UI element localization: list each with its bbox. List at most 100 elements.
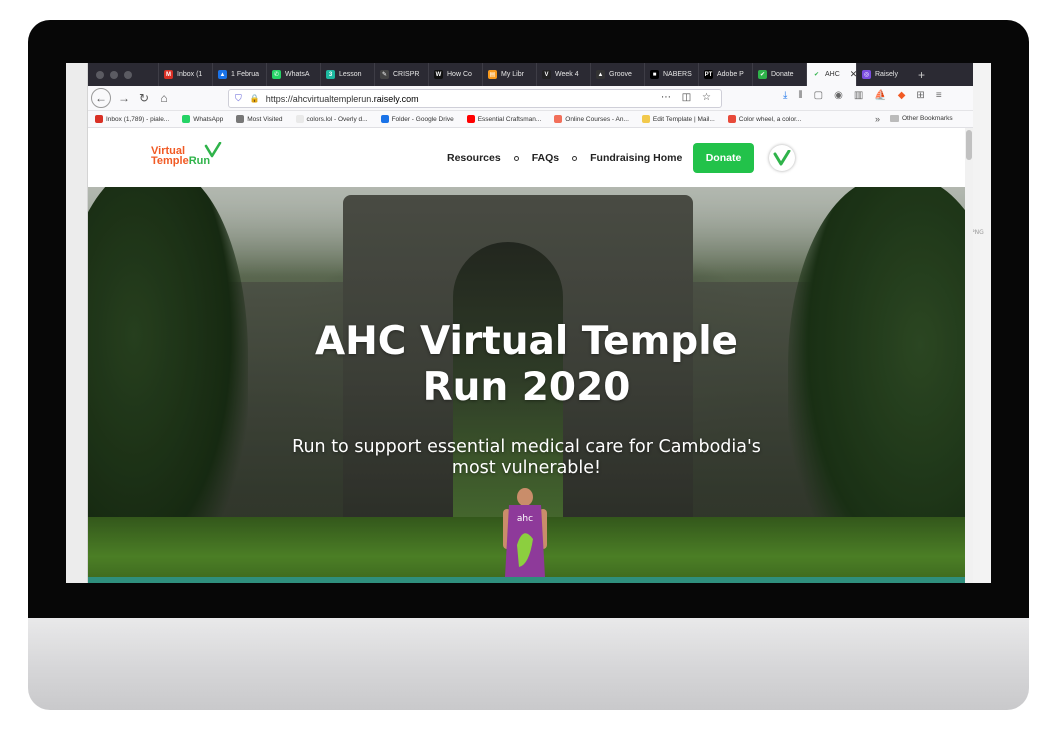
browser-tab[interactable]: ✆ WhatsA bbox=[266, 63, 320, 86]
url-prefix: https://ahcvirtualtemplerun. bbox=[265, 93, 374, 104]
page-scrollbar[interactable] bbox=[965, 128, 973, 583]
browser-tab[interactable]: ✔AHC✕ bbox=[806, 63, 856, 86]
tab-label: Raisely bbox=[875, 71, 898, 78]
nav-faqs[interactable]: FAQs bbox=[532, 152, 559, 164]
logo-word-temple: Temple bbox=[151, 155, 189, 167]
tab-favicon-icon: ✆ bbox=[272, 70, 281, 79]
browser-tab[interactable]: ▲ 1 Februa bbox=[212, 63, 266, 86]
tab-label: NABERS bbox=[663, 71, 692, 78]
nav-resources[interactable]: Resources bbox=[447, 152, 501, 164]
browser-tab[interactable]: V Week 4 bbox=[536, 63, 590, 86]
bookmark-label: Edit Template | Mail... bbox=[652, 115, 715, 123]
tab-favicon-icon: V bbox=[542, 70, 551, 79]
browser-tab[interactable]: ✎ CRISPR bbox=[374, 63, 428, 86]
profile-avatar[interactable] bbox=[769, 145, 795, 171]
browser-tab[interactable]: M Inbox (1 bbox=[158, 63, 212, 86]
browser-tab[interactable]: PT Adobe P bbox=[698, 63, 752, 86]
zoom-window-button[interactable] bbox=[124, 70, 132, 79]
bookmark-item[interactable]: Color wheel, a color... bbox=[721, 115, 801, 123]
tab-favicon-icon: M bbox=[164, 70, 173, 79]
hero-title-line1: AHC Virtual Temple bbox=[314, 319, 739, 364]
donate-button[interactable]: Donate bbox=[693, 143, 754, 173]
back-button[interactable]: ← bbox=[91, 88, 111, 108]
other-bookmarks-label: Other Bookmarks bbox=[902, 115, 953, 122]
tab-favicon-icon: ▲ bbox=[218, 70, 227, 79]
account-icon[interactable]: ◉ bbox=[834, 90, 843, 101]
tab-favicon-icon: PT bbox=[704, 70, 713, 79]
tab-label: AHC bbox=[825, 71, 840, 78]
hero-subtitle: Run to support essential medical care fo… bbox=[88, 437, 965, 479]
bookmark-item[interactable]: Online Courses - An... bbox=[547, 115, 629, 123]
toolbar-icons: ⤓ ⫴ ▢ ◉ ▥ ⛵ ◆ ⊞ ≡ bbox=[783, 90, 942, 101]
bookmark-item[interactable]: Essential Craftsman... bbox=[460, 115, 542, 123]
site-navigation: Resources FAQs Fundraising Home bbox=[447, 152, 682, 164]
folder-icon bbox=[890, 115, 899, 122]
lock-icon[interactable]: 🔒 bbox=[250, 94, 260, 103]
extension-icon[interactable]: ▥ bbox=[854, 90, 863, 101]
tab-favicon-icon: ■ bbox=[650, 70, 659, 79]
hero-subtitle-line1: Run to support essential medical care fo… bbox=[292, 437, 761, 457]
bookmark-favicon-icon bbox=[95, 115, 103, 123]
extension-icon[interactable]: ⛵ bbox=[874, 90, 886, 101]
extension-icon[interactable]: ◆ bbox=[898, 90, 906, 101]
browser-tab[interactable]: ▲ Groove bbox=[590, 63, 644, 86]
more-bookmarks-icon[interactable]: » bbox=[875, 114, 880, 124]
browser-tab[interactable]: ◎ Raisely bbox=[856, 63, 910, 86]
bookmark-item[interactable]: WhatsApp bbox=[175, 115, 223, 123]
browser-tab[interactable]: ▤ My Libr bbox=[482, 63, 536, 86]
bookmark-label: Essential Craftsman... bbox=[477, 115, 542, 123]
browser-tab[interactable]: ■ NABERS bbox=[644, 63, 698, 86]
tab-favicon-icon: ◎ bbox=[862, 70, 871, 79]
downloads-icon[interactable]: ⤓ bbox=[783, 90, 787, 101]
site-logo[interactable]: Virtual TempleRun bbox=[151, 146, 210, 167]
nav-separator bbox=[513, 155, 519, 161]
bookmark-label: WhatsApp bbox=[193, 115, 224, 123]
bookmarks-bar: Inbox (1,789) - piale... WhatsApp Most Vis… bbox=[88, 111, 973, 128]
navigation-bar: ← → ↻ ⌂ ⛉ 🔒 https://ahcvirtualtemplerun.… bbox=[88, 86, 973, 111]
tab-label: Inbox (1 bbox=[177, 71, 203, 78]
hero-banner: ahc AHC Virtual Temple Run 2020 Run to s… bbox=[88, 187, 965, 583]
forward-button[interactable]: → bbox=[114, 88, 134, 108]
tracking-shield-icon[interactable]: ⛉ bbox=[235, 93, 242, 104]
home-button[interactable]: ⌂ bbox=[154, 88, 174, 108]
nav-separator bbox=[572, 155, 578, 161]
bookmark-favicon-icon bbox=[727, 115, 736, 123]
close-window-button[interactable] bbox=[96, 70, 104, 79]
site-header: Virtual TempleRun Resources FAQs Fundrai… bbox=[88, 128, 965, 187]
bookmark-favicon-icon bbox=[182, 115, 191, 123]
window-controls[interactable] bbox=[88, 70, 158, 79]
browser-tab[interactable]: 3 Lesson bbox=[320, 63, 374, 86]
minimize-window-button[interactable] bbox=[110, 70, 118, 79]
bookmark-item[interactable]: Edit Template | Mail... bbox=[635, 115, 715, 123]
bookmark-item[interactable]: Most Visited bbox=[229, 115, 283, 123]
menu-icon[interactable]: ≡ bbox=[936, 90, 942, 101]
tab-favicon-icon: ▲ bbox=[596, 70, 605, 79]
sidebar-icon[interactable]: ▢ bbox=[814, 90, 823, 101]
bookmark-item[interactable]: Folder - Google Drive bbox=[374, 115, 454, 123]
bookmark-favicon-icon bbox=[236, 115, 245, 123]
bookmark-favicon-icon bbox=[554, 115, 563, 123]
tab-bar: M Inbox (1 ▲ 1 Februa ✆ WhatsA 3 Lesson ✎ CRISPR W… bbox=[88, 63, 973, 86]
bookmark-label: Inbox (1,789) - piale... bbox=[106, 115, 170, 123]
address-bar[interactable]: ⛉ 🔒 https://ahcvirtualtemplerun. raisely.… bbox=[228, 89, 722, 108]
hero-title: AHC Virtual Temple Run 2020 bbox=[88, 319, 965, 411]
bookmark-item[interactable]: Inbox (1,789) - piale... bbox=[88, 115, 169, 123]
scrollbar-thumb[interactable] bbox=[966, 130, 972, 160]
tab-label: Adobe P bbox=[717, 71, 744, 78]
browser-tab[interactable]: ✔ Donate bbox=[752, 63, 806, 86]
other-bookmarks[interactable]: Other Bookmarks bbox=[890, 115, 953, 122]
browser-tab[interactable]: W How Co bbox=[428, 63, 482, 86]
nav-fundraising-home[interactable]: Fundraising Home bbox=[590, 152, 682, 164]
bookmark-item[interactable]: colors.lol - Overly d... bbox=[289, 115, 368, 123]
library-icon[interactable]: ⫴ bbox=[798, 90, 802, 101]
page-actions[interactable]: ⋯ ◫ ☆ bbox=[661, 92, 715, 103]
hero-title-line2: Run 2020 bbox=[422, 365, 631, 410]
extensions-icon[interactable]: ⊞ bbox=[916, 90, 924, 101]
check-icon bbox=[773, 150, 791, 166]
reload-button[interactable]: ↻ bbox=[134, 88, 154, 108]
hero-subtitle-line2: most vulnerable! bbox=[451, 458, 602, 478]
tab-label: How Co bbox=[447, 71, 472, 78]
new-tab-button[interactable]: + bbox=[910, 68, 933, 82]
tab-label: WhatsA bbox=[285, 71, 310, 78]
tab-favicon-icon: ✔ bbox=[758, 70, 767, 79]
